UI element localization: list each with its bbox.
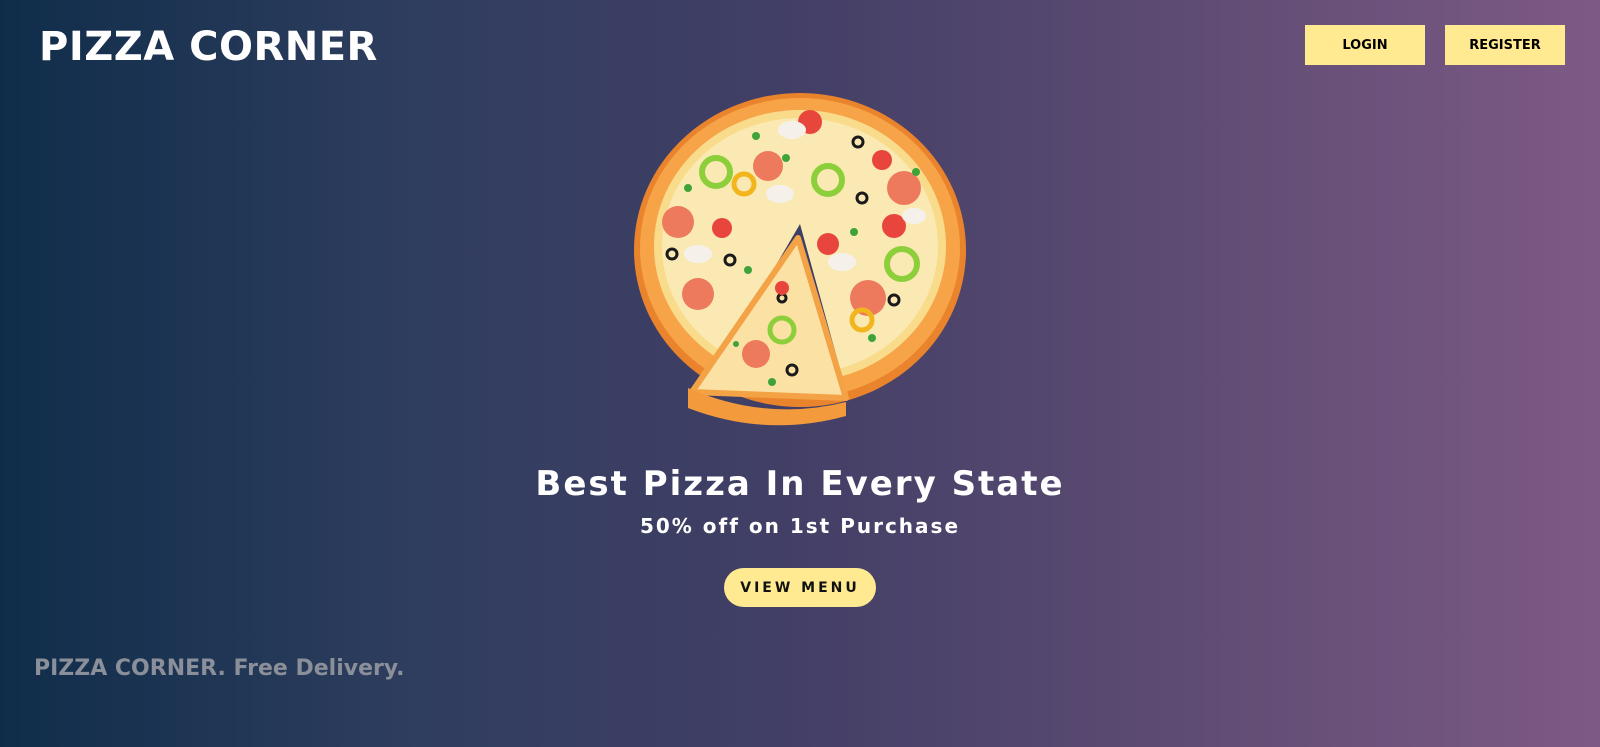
footer-tagline: PIZZA CORNER. Free Delivery.	[34, 656, 405, 681]
hero-title: Best Pizza In Every State	[535, 464, 1065, 504]
pizza-illustration	[632, 92, 970, 428]
hero-subtitle: 50% off on 1st Purchase	[639, 514, 961, 538]
brand-logo-text[interactable]: PIZZA CORNER	[39, 24, 378, 70]
pizza-icon	[634, 93, 966, 426]
login-button[interactable]: LOGIN	[1305, 25, 1425, 65]
view-menu-button[interactable]: VIEW MENU	[724, 568, 876, 607]
register-button[interactable]: REGISTER	[1445, 25, 1565, 65]
